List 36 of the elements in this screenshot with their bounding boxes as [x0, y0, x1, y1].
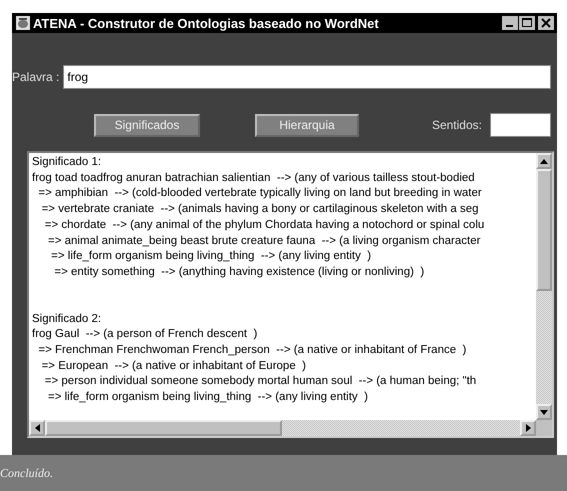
action-button[interactable]: Hierarquia: [255, 114, 359, 136]
text-line: => life_form organism being living_thing --> (any living entity ): [50, 249, 372, 264]
left-arrow-icon: [34, 424, 40, 432]
text-line: => European --> (a native or inhabitant of Europe ): [40, 358, 307, 374]
maximize-button[interactable]: [519, 16, 535, 30]
word-field[interactable]: frog: [63, 65, 551, 89]
text-line: => amphibian --> (cold-blooded vertebrate typically living on land but breeding in water: [37, 186, 483, 202]
scroll-right-button[interactable]: [520, 420, 536, 436]
text-line: => life_form organism being living_thing --> (any living entity ): [46, 390, 369, 406]
text-line: => Frenchman Frenchwoman French_person --> (a native or inhabitant of France ): [37, 343, 468, 358]
meaning-heading: Significado 2:: [32, 312, 102, 327]
text-line: => animal animate_being beast brute creature fauna --> (a living organism character: [46, 234, 482, 249]
scroll-up-button[interactable]: [536, 153, 552, 169]
text-line: => chordate --> (any animal of the phylum Chordata having a notochord or spinal colu: [44, 218, 486, 233]
up-arrow-icon: [540, 158, 548, 164]
right-arrow-icon: [526, 424, 530, 432]
scroll-down-button[interactable]: [536, 404, 552, 420]
text-line: => vertebrate craniate --> (animals having a bony or cartilaginous skeleton with a seg: [40, 202, 480, 218]
senses-field[interactable]: [490, 113, 551, 137]
app-icon: [15, 15, 31, 31]
down-arrow-icon: [540, 410, 548, 414]
minimize-button[interactable]: [502, 16, 518, 30]
window-title: ATENA - Construtor de Ontologias baseado no WordNet: [33, 16, 380, 30]
text-line: => entity something --> (anything having existence (living or nonliving) ): [53, 264, 426, 280]
status-text: Concluído.: [0, 466, 53, 480]
scrollbar-thumb[interactable]: [45, 420, 282, 436]
meaning-heading: Significado 1:: [32, 155, 102, 170]
word-label: Palavra :: [12, 70, 60, 84]
senses-label: Sentidos:: [432, 118, 482, 132]
text-line: frog Gaul --> (a person of French descent ): [32, 327, 258, 342]
text-line: => person individual someone somebody mortal human soul --> (a human being; "th: [44, 374, 478, 390]
text-line: frog toad toadfrog anuran batrachian salientian --> (any of various tailless stout-bodied: [32, 170, 476, 186]
close-button[interactable]: [538, 16, 554, 30]
scroll-left-button[interactable]: [29, 420, 45, 436]
scrollbar-thumb[interactable]: [536, 169, 552, 291]
action-button[interactable]: Significados: [94, 114, 200, 136]
